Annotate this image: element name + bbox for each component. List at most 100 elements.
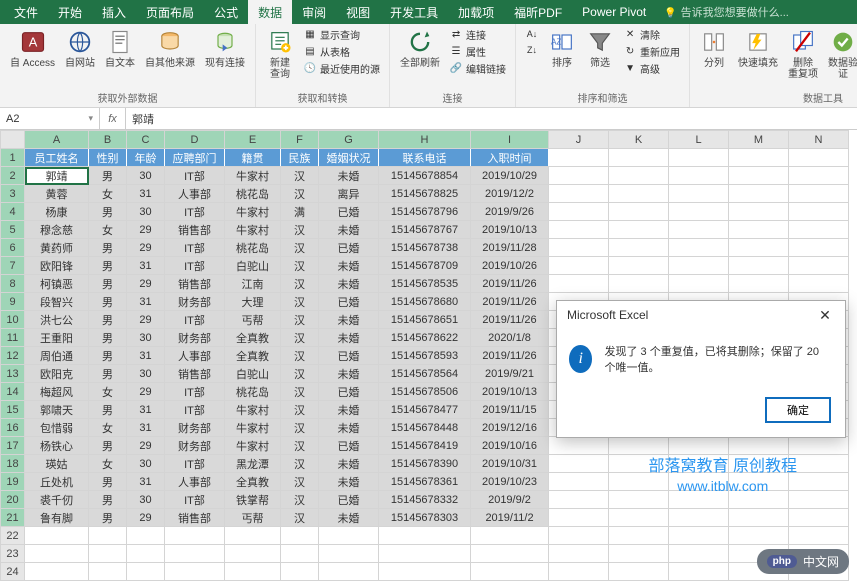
cell[interactable]: 2020/1/8 — [471, 329, 549, 347]
cell[interactable] — [281, 527, 319, 545]
cell[interactable]: IT部 — [165, 311, 225, 329]
cell[interactable]: 29 — [127, 383, 165, 401]
cell[interactable]: 未婚 — [319, 455, 379, 473]
cell[interactable]: 男 — [89, 275, 127, 293]
cell[interactable]: 黄蓉 — [25, 185, 89, 203]
cell[interactable]: 2019/11/26 — [471, 275, 549, 293]
cell[interactable] — [89, 563, 127, 581]
recent-sources-button[interactable]: 🕓最近使用的源 — [300, 60, 383, 77]
cell[interactable] — [609, 203, 669, 221]
tab-layout[interactable]: 页面布局 — [136, 0, 204, 25]
row-header-15[interactable]: 15 — [1, 401, 25, 419]
row-header-11[interactable]: 11 — [1, 329, 25, 347]
cell[interactable]: 洪七公 — [25, 311, 89, 329]
cell[interactable] — [379, 545, 471, 563]
cell[interactable]: 汉 — [281, 383, 319, 401]
filter-button[interactable]: 筛选 — [582, 26, 618, 71]
cell[interactable]: 牛家村 — [225, 167, 281, 185]
from-other-button[interactable]: 自其他来源 — [141, 26, 199, 71]
cell[interactable] — [89, 527, 127, 545]
cell[interactable] — [281, 545, 319, 563]
cell[interactable]: 15145678796 — [379, 203, 471, 221]
cell[interactable]: 2019/12/2 — [471, 185, 549, 203]
cell[interactable]: 牛家村 — [225, 401, 281, 419]
cell[interactable]: 男 — [89, 257, 127, 275]
cell[interactable]: 15145678709 — [379, 257, 471, 275]
cell[interactable]: 男 — [89, 293, 127, 311]
cell[interactable] — [549, 275, 609, 293]
cell[interactable]: 白驼山 — [225, 365, 281, 383]
cell[interactable] — [729, 275, 789, 293]
cell[interactable]: 汉 — [281, 491, 319, 509]
row-header-17[interactable]: 17 — [1, 437, 25, 455]
table-header[interactable]: 员工姓名 — [25, 149, 89, 167]
cell[interactable]: 未婚 — [319, 509, 379, 527]
cell[interactable] — [549, 257, 609, 275]
cell[interactable]: 汉 — [281, 419, 319, 437]
cell[interactable] — [165, 563, 225, 581]
cell[interactable] — [471, 563, 549, 581]
text-to-columns-button[interactable]: 分列 — [696, 26, 732, 71]
col-header-K[interactable]: K — [609, 131, 669, 149]
tell-me[interactable]: 告诉我您想要做什么... — [664, 4, 789, 20]
cell[interactable]: 男 — [89, 473, 127, 491]
cell[interactable] — [789, 473, 849, 491]
cell[interactable]: 已婚 — [319, 491, 379, 509]
cell[interactable]: 已婚 — [319, 347, 379, 365]
cell[interactable] — [669, 167, 729, 185]
cell[interactable] — [729, 185, 789, 203]
cell[interactable]: 人事部 — [165, 347, 225, 365]
cell[interactable]: 女 — [89, 419, 127, 437]
cell[interactable] — [609, 527, 669, 545]
from-web-button[interactable]: 自网站 — [61, 26, 99, 71]
cell[interactable]: 15145678390 — [379, 455, 471, 473]
cell[interactable] — [789, 203, 849, 221]
cell[interactable]: 杨铁心 — [25, 437, 89, 455]
cell[interactable]: 男 — [89, 509, 127, 527]
cell[interactable] — [669, 275, 729, 293]
cell[interactable]: 2019/10/26 — [471, 257, 549, 275]
cell[interactable] — [549, 437, 609, 455]
cell[interactable] — [669, 257, 729, 275]
cell[interactable]: 29 — [127, 437, 165, 455]
row-header-20[interactable]: 20 — [1, 491, 25, 509]
cell[interactable]: IT部 — [165, 257, 225, 275]
cell[interactable]: 郭靖 — [25, 167, 89, 185]
name-box[interactable]: A2 — [0, 108, 100, 129]
cell[interactable] — [549, 491, 609, 509]
cell[interactable] — [609, 239, 669, 257]
cell[interactable] — [729, 167, 789, 185]
cell[interactable]: 31 — [127, 419, 165, 437]
table-header[interactable]: 婚姻状况 — [319, 149, 379, 167]
fx-button[interactable]: fx — [100, 108, 126, 129]
cell[interactable]: 2019/11/28 — [471, 239, 549, 257]
cell[interactable]: 女 — [89, 455, 127, 473]
cell[interactable] — [669, 545, 729, 563]
cell[interactable]: 丐帮 — [225, 311, 281, 329]
cell[interactable] — [549, 167, 609, 185]
cell[interactable] — [609, 167, 669, 185]
tab-view[interactable]: 视图 — [336, 0, 380, 25]
row-header-14[interactable]: 14 — [1, 383, 25, 401]
cell[interactable]: 15145678535 — [379, 275, 471, 293]
row-header-13[interactable]: 13 — [1, 365, 25, 383]
row-header-4[interactable]: 4 — [1, 203, 25, 221]
cell[interactable]: 男 — [89, 203, 127, 221]
cell[interactable]: 桃花岛 — [225, 239, 281, 257]
from-table-button[interactable]: ▤从表格 — [300, 43, 383, 60]
cell[interactable] — [609, 257, 669, 275]
cell[interactable]: 汉 — [281, 473, 319, 491]
cell[interactable]: 2019/9/2 — [471, 491, 549, 509]
cell[interactable]: IT部 — [165, 491, 225, 509]
from-text-button[interactable]: 自文本 — [101, 26, 139, 71]
row-header-9[interactable]: 9 — [1, 293, 25, 311]
cell[interactable]: 人事部 — [165, 473, 225, 491]
cell[interactable] — [319, 545, 379, 563]
cell[interactable]: 汉 — [281, 311, 319, 329]
cell[interactable] — [609, 185, 669, 203]
cell[interactable]: 铁掌帮 — [225, 491, 281, 509]
select-all-corner[interactable] — [1, 131, 25, 149]
cell[interactable] — [789, 491, 849, 509]
cell[interactable]: 白驼山 — [225, 257, 281, 275]
cell[interactable] — [789, 455, 849, 473]
